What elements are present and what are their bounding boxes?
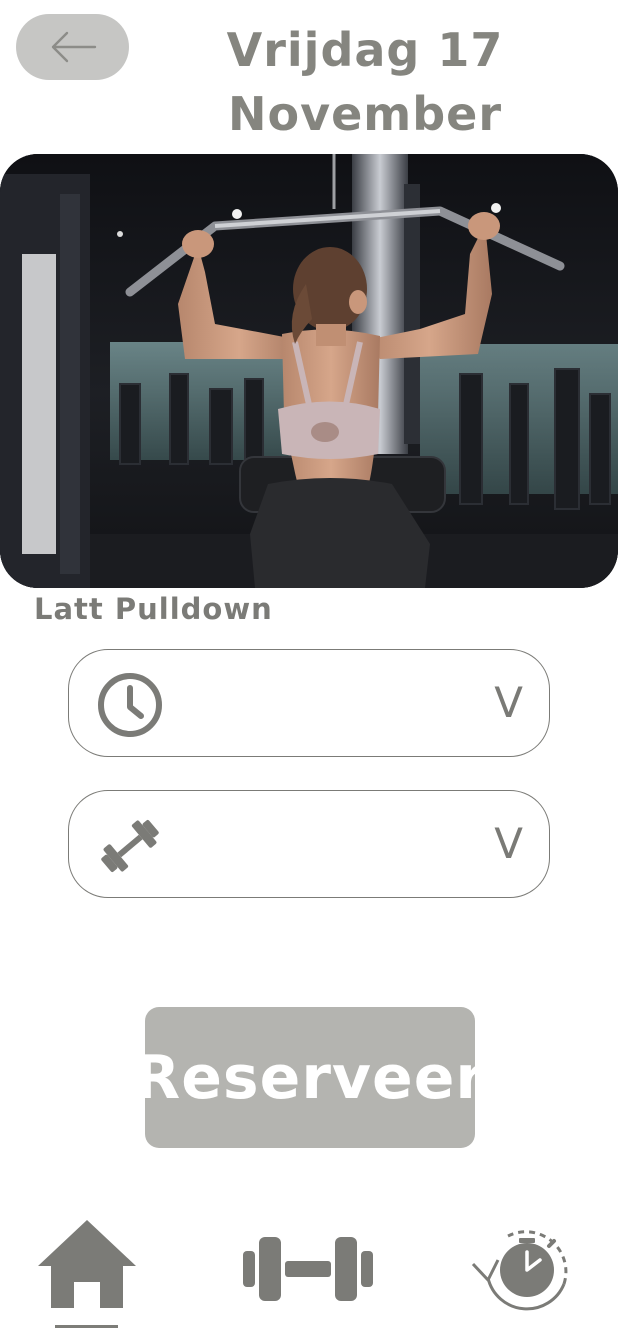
time-select[interactable]: V — [68, 649, 550, 757]
nav-workouts[interactable] — [241, 1234, 375, 1304]
home-icon — [38, 1220, 136, 1308]
reserve-button[interactable]: Reserveer — [134, 1007, 485, 1148]
clock-icon — [98, 673, 162, 737]
nav-home[interactable] — [36, 1218, 138, 1310]
dumbbell-icon — [101, 819, 159, 873]
date-line-1: Vrijdag 17 — [226, 23, 504, 77]
weight-select[interactable]: V — [68, 790, 550, 898]
page-title: Vrijdag 17 November — [185, 18, 545, 146]
nav-active-indicator — [55, 1325, 118, 1328]
dumbbell-icon — [243, 1237, 373, 1301]
chevron-down-icon: V — [494, 819, 523, 868]
nav-history[interactable] — [468, 1224, 574, 1318]
date-line-2: November — [227, 87, 503, 141]
history-clock-icon — [471, 1230, 568, 1311]
arrow-left-icon — [51, 31, 96, 63]
back-button[interactable] — [16, 14, 129, 80]
exercise-name: Latt Pulldown — [34, 592, 273, 626]
exercise-image — [0, 154, 618, 588]
chevron-down-icon: V — [494, 678, 523, 727]
